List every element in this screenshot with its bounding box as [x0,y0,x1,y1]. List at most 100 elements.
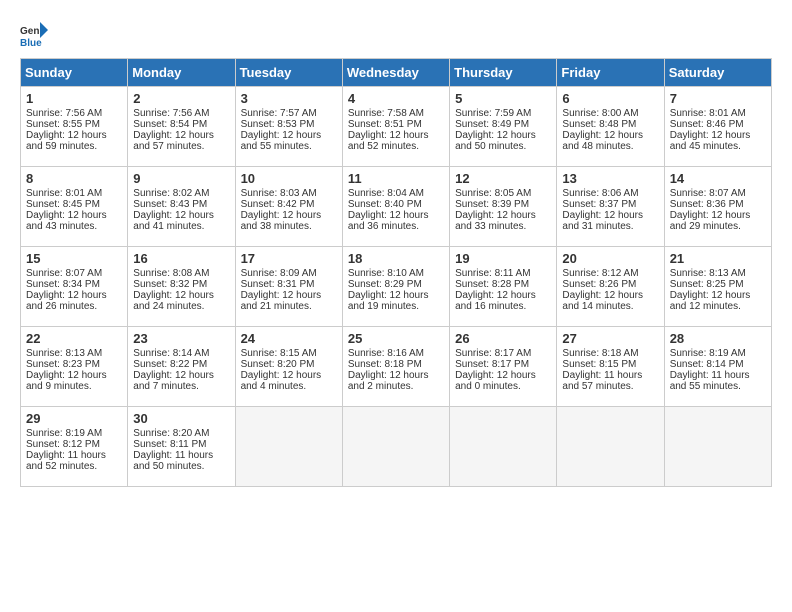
day-number-9: 9 [133,171,229,186]
day-number-3: 3 [241,91,337,106]
daylight-label-27: Daylight: 11 hours and 57 minutes. [562,370,642,392]
daylight-label-23: Daylight: 12 hours and 7 minutes. [133,370,214,392]
header-saturday: Saturday [664,59,771,87]
sunrise-2: Sunrise: 7:56 AM [133,108,209,119]
sunrise-8: Sunrise: 8:01 AM [26,188,102,199]
daylight-label-6: Daylight: 12 hours and 48 minutes. [562,130,643,152]
day-cell-17: 17 Sunrise: 8:09 AM Sunset: 8:31 PM Dayl… [235,247,342,327]
day-cell-11: 11 Sunrise: 8:04 AM Sunset: 8:40 PM Dayl… [342,167,449,247]
sunrise-28: Sunrise: 8:19 AM [670,348,746,359]
day-number-22: 22 [26,331,122,346]
daylight-label-4: Daylight: 12 hours and 52 minutes. [348,130,429,152]
daylight-label-14: Daylight: 12 hours and 29 minutes. [670,210,751,232]
daylight-label-18: Daylight: 12 hours and 19 minutes. [348,290,429,312]
sunrise-6: Sunrise: 8:00 AM [562,108,638,119]
day-number-8: 8 [26,171,122,186]
daylight-label-5: Daylight: 12 hours and 50 minutes. [455,130,536,152]
day-cell-14: 14 Sunrise: 8:07 AM Sunset: 8:36 PM Dayl… [664,167,771,247]
header-friday: Friday [557,59,664,87]
daylight-label-28: Daylight: 11 hours and 55 minutes. [670,370,750,392]
day-cell-10: 10 Sunrise: 8:03 AM Sunset: 8:42 PM Dayl… [235,167,342,247]
day-number-29: 29 [26,411,122,426]
day-cell-7: 7 Sunrise: 8:01 AM Sunset: 8:46 PM Dayli… [664,87,771,167]
logo-icon: Gen Blue [20,20,48,48]
sunrise-15: Sunrise: 8:07 AM [26,268,102,279]
day-cell-23: 23 Sunrise: 8:14 AM Sunset: 8:22 PM Dayl… [128,327,235,407]
logo: Gen Blue [20,20,52,48]
daylight-label-20: Daylight: 12 hours and 14 minutes. [562,290,643,312]
sunset-6: Sunset: 8:48 PM [562,119,636,130]
sunset-25: Sunset: 8:18 PM [348,359,422,370]
empty-cell [557,407,664,487]
day-number-28: 28 [670,331,766,346]
daylight-label-19: Daylight: 12 hours and 16 minutes. [455,290,536,312]
daylight-label-29: Daylight: 11 hours and 52 minutes. [26,450,106,472]
day-cell-5: 5 Sunrise: 7:59 AM Sunset: 8:49 PM Dayli… [450,87,557,167]
day-cell-13: 13 Sunrise: 8:06 AM Sunset: 8:37 PM Dayl… [557,167,664,247]
day-cell-21: 21 Sunrise: 8:13 AM Sunset: 8:25 PM Dayl… [664,247,771,327]
day-cell-18: 18 Sunrise: 8:10 AM Sunset: 8:29 PM Dayl… [342,247,449,327]
day-number-16: 16 [133,251,229,266]
sunset-2: Sunset: 8:54 PM [133,119,207,130]
week-row-5: 29 Sunrise: 8:19 AM Sunset: 8:12 PM Dayl… [21,407,772,487]
sunrise-9: Sunrise: 8:02 AM [133,188,209,199]
week-row-3: 15 Sunrise: 8:07 AM Sunset: 8:34 PM Dayl… [21,247,772,327]
day-cell-8: 8 Sunrise: 8:01 AM Sunset: 8:45 PM Dayli… [21,167,128,247]
sunset-5: Sunset: 8:49 PM [455,119,529,130]
day-number-2: 2 [133,91,229,106]
sunrise-3: Sunrise: 7:57 AM [241,108,317,119]
sunrise-24: Sunrise: 8:15 AM [241,348,317,359]
sunrise-11: Sunrise: 8:04 AM [348,188,424,199]
sunrise-21: Sunrise: 8:13 AM [670,268,746,279]
sunset-16: Sunset: 8:32 PM [133,279,207,290]
sunrise-12: Sunrise: 8:05 AM [455,188,531,199]
sunrise-30: Sunrise: 8:20 AM [133,428,209,439]
day-cell-29: 29 Sunrise: 8:19 AM Sunset: 8:12 PM Dayl… [21,407,128,487]
sunrise-18: Sunrise: 8:10 AM [348,268,424,279]
day-number-27: 27 [562,331,658,346]
day-cell-1: 1 Sunrise: 7:56 AM Sunset: 8:55 PM Dayli… [21,87,128,167]
day-number-11: 11 [348,171,444,186]
daylight-label-30: Daylight: 11 hours and 50 minutes. [133,450,213,472]
day-cell-27: 27 Sunrise: 8:18 AM Sunset: 8:15 PM Dayl… [557,327,664,407]
day-cell-4: 4 Sunrise: 7:58 AM Sunset: 8:51 PM Dayli… [342,87,449,167]
sunset-11: Sunset: 8:40 PM [348,199,422,210]
day-cell-2: 2 Sunrise: 7:56 AM Sunset: 8:54 PM Dayli… [128,87,235,167]
day-number-25: 25 [348,331,444,346]
day-cell-3: 3 Sunrise: 7:57 AM Sunset: 8:53 PM Dayli… [235,87,342,167]
day-number-4: 4 [348,91,444,106]
day-number-10: 10 [241,171,337,186]
sunset-4: Sunset: 8:51 PM [348,119,422,130]
day-number-15: 15 [26,251,122,266]
daylight-label-25: Daylight: 12 hours and 2 minutes. [348,370,429,392]
sunset-27: Sunset: 8:15 PM [562,359,636,370]
day-cell-25: 25 Sunrise: 8:16 AM Sunset: 8:18 PM Dayl… [342,327,449,407]
sunrise-22: Sunrise: 8:13 AM [26,348,102,359]
sunrise-14: Sunrise: 8:07 AM [670,188,746,199]
sunset-18: Sunset: 8:29 PM [348,279,422,290]
svg-text:Gen: Gen [20,26,39,37]
sunrise-23: Sunrise: 8:14 AM [133,348,209,359]
sunset-20: Sunset: 8:26 PM [562,279,636,290]
day-number-26: 26 [455,331,551,346]
sunrise-29: Sunrise: 8:19 AM [26,428,102,439]
day-number-1: 1 [26,91,122,106]
daylight-label-2: Daylight: 12 hours and 57 minutes. [133,130,214,152]
svg-text:Blue: Blue [20,38,42,48]
sunset-28: Sunset: 8:14 PM [670,359,744,370]
daylight-label-7: Daylight: 12 hours and 45 minutes. [670,130,751,152]
daylight-label-11: Daylight: 12 hours and 36 minutes. [348,210,429,232]
daylight-label-22: Daylight: 12 hours and 9 minutes. [26,370,107,392]
day-number-19: 19 [455,251,551,266]
day-number-6: 6 [562,91,658,106]
daylight-label-24: Daylight: 12 hours and 4 minutes. [241,370,322,392]
sunset-24: Sunset: 8:20 PM [241,359,315,370]
day-number-7: 7 [670,91,766,106]
sunrise-25: Sunrise: 8:16 AM [348,348,424,359]
page-header: Gen Blue [20,20,772,48]
daylight-label-26: Daylight: 12 hours and 0 minutes. [455,370,536,392]
daylight-label-12: Daylight: 12 hours and 33 minutes. [455,210,536,232]
sunrise-27: Sunrise: 8:18 AM [562,348,638,359]
daylight-label-9: Daylight: 12 hours and 41 minutes. [133,210,214,232]
sunrise-17: Sunrise: 8:09 AM [241,268,317,279]
